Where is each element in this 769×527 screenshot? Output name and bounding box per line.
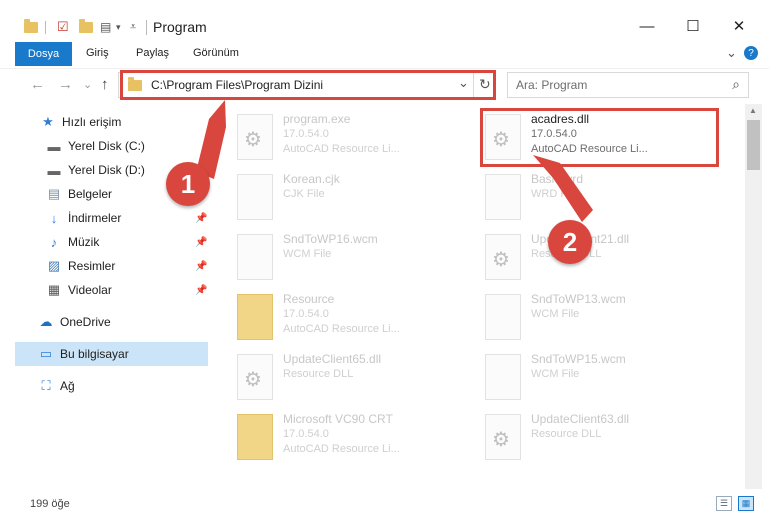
step-2-badge: 2 [548,220,592,264]
annotation-arrows [196,100,593,222]
step-1-badge: 1 [166,162,210,206]
arrow-2 [533,155,593,222]
status-bar: 199 öğe ☰ ▦ [0,492,769,518]
tiles-view-icon[interactable]: ▦ [738,496,754,511]
item-count: 199 öğe [30,498,70,510]
details-view-icon[interactable]: ☰ [716,496,732,511]
